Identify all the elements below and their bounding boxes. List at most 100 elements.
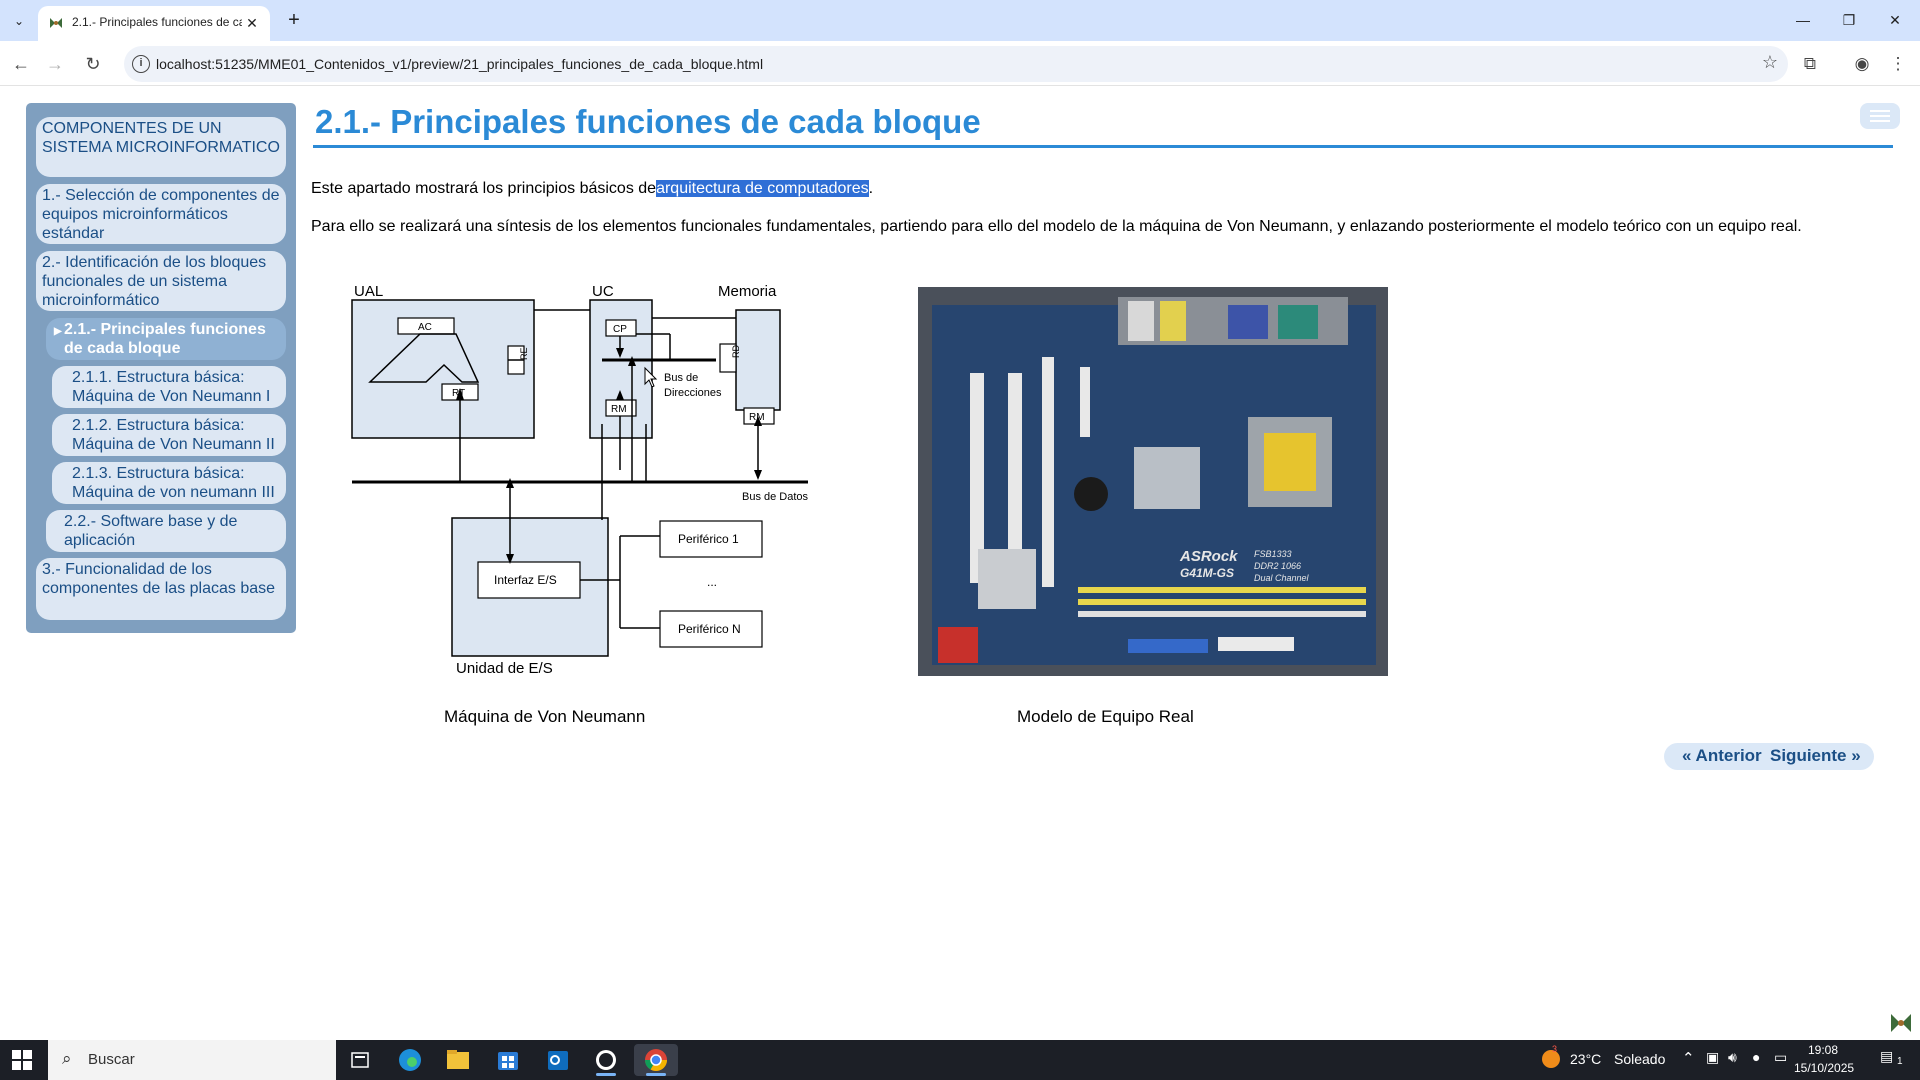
sidebar-item-principales-funciones[interactable]: ▶ 2.1.- Principales funciones de cada bl…: [46, 318, 286, 360]
description-paragraph: Para ello se realizará una síntesis de l…: [311, 218, 1802, 235]
ac-label: AC: [418, 322, 432, 333]
bus-direcciones-label-2: Direcciones: [664, 387, 722, 399]
sidebar-item-software-base[interactable]: 2.2.- Software base y de aplicación: [46, 510, 286, 552]
profile-icon[interactable]: ◉: [1848, 50, 1876, 78]
sidebar-item-von-neumann-1[interactable]: 2.1.1. Estructura básica: Máquina de Von…: [52, 366, 286, 408]
search-icon: ⌕: [62, 1049, 72, 1068]
ual-label: UAL: [354, 283, 383, 300]
weather-sun-icon[interactable]: [1540, 1048, 1562, 1070]
page-title: 2.1.- Principales funciones de cada bloq…: [315, 103, 981, 140]
file-explorer-icon[interactable]: [436, 1044, 480, 1076]
notification-icon[interactable]: ▤: [1880, 1048, 1893, 1065]
board-model: G41M-GS: [1180, 566, 1234, 580]
sidebar-item-label: 2.1.- Principales funciones de cada bloq…: [64, 321, 266, 357]
sidebar-item-label: 2.2.- Software base y de aplicación: [64, 513, 238, 549]
back-button[interactable]: ←: [6, 49, 36, 79]
edge-icon[interactable]: [388, 1044, 432, 1076]
motherboard-photo: ASRock G41M-GS FSB1333 DDR2 1066 Dual Ch…: [918, 287, 1388, 676]
cp-label: CP: [613, 324, 627, 335]
sidebar-item-label: 2.1.3. Estructura básica: Máquina de von…: [72, 465, 275, 501]
memoria-label: Memoria: [718, 283, 777, 300]
bookmark-star-icon[interactable]: ☆: [1762, 52, 1778, 73]
rm-mem-label: RM: [749, 412, 765, 423]
extensions-icon[interactable]: ⧉: [1796, 50, 1824, 78]
interfaz-label: Interfaz E/S: [494, 573, 557, 587]
bus-direcciones-label-1: Bus de: [664, 372, 698, 384]
tab-search-button[interactable]: ⌄: [6, 8, 32, 34]
camera-icon[interactable]: ▣: [1706, 1049, 1719, 1066]
network-icon[interactable]: ▭: [1774, 1049, 1787, 1066]
site-info-icon[interactable]: i: [132, 55, 150, 73]
weather-temp[interactable]: 23°C: [1570, 1051, 1601, 1067]
outlook-icon[interactable]: [536, 1044, 580, 1076]
notification-count: 1: [1897, 1056, 1903, 1067]
github-desktop-icon[interactable]: [584, 1044, 628, 1076]
store-icon[interactable]: [486, 1044, 530, 1076]
address-url[interactable]: localhost:51235/MME01_Contenidos_v1/prev…: [156, 56, 763, 72]
address-bar[interactable]: i localhost:51235/MME01_Contenidos_v1/pr…: [124, 46, 1788, 82]
sidebar-item-label: 1.- Selección de componentes de equipos …: [42, 187, 280, 242]
periferico-1-label: Periférico 1: [678, 532, 739, 546]
chevron-up-icon[interactable]: ⌃: [1682, 1049, 1695, 1067]
caption-von-neumann: Máquina de Von Neumann: [444, 707, 646, 726]
intro-end: .: [868, 180, 874, 197]
tab-title: 2.1.- Principales funciones de cada bloq…: [72, 15, 242, 29]
task-view-icon[interactable]: [338, 1044, 382, 1076]
sidebar-item-label: 2.1.2. Estructura básica: Máquina de Von…: [72, 417, 275, 453]
periferico-n-label: Periférico N: [678, 622, 741, 636]
taskbar-search-box[interactable]: ⌕ Buscar: [48, 1040, 336, 1080]
weather-badge: 3: [1552, 1044, 1558, 1054]
microphone-icon[interactable]: ●: [1752, 1049, 1760, 1065]
chip-favicon-icon: [50, 18, 62, 28]
sidebar-item-identificacion[interactable]: 2.- Identificación de los bloques funcio…: [36, 251, 286, 311]
sidebar-item-von-neumann-3[interactable]: 2.1.3. Estructura básica: Máquina de von…: [52, 462, 286, 504]
caret-right-icon: ▶: [54, 326, 62, 337]
previous-page-button[interactable]: « Anterior: [1682, 746, 1762, 766]
restore-button[interactable]: ❐: [1826, 0, 1872, 41]
rd-label: RD: [731, 345, 741, 358]
browser-tab-active[interactable]: 2.1.- Principales funciones de cada bloq…: [38, 6, 270, 41]
minimize-button[interactable]: —: [1780, 0, 1826, 41]
next-page-button[interactable]: Siguiente »: [1770, 746, 1861, 766]
clock-time[interactable]: 19:08: [1808, 1043, 1838, 1057]
close-window-button[interactable]: ✕: [1872, 0, 1918, 41]
sidebar-item-funcionalidad[interactable]: 3.- Funcionalidad de los componentes de …: [36, 558, 286, 620]
sidebar-item-label: 2.1.1. Estructura básica: Máquina de Von…: [72, 369, 271, 405]
new-tab-button[interactable]: +: [281, 8, 307, 34]
unidad-es-label: Unidad de E/S: [456, 660, 553, 677]
reload-button[interactable]: ↻: [78, 49, 108, 79]
uc-label: UC: [592, 283, 614, 300]
tab-close-icon[interactable]: ✕: [242, 13, 262, 33]
taskbar-search-placeholder: Buscar: [88, 1051, 135, 1068]
board-spec-1: FSB1333: [1254, 549, 1292, 559]
rt-label: RT: [452, 388, 465, 399]
ellipsis-label: ...: [707, 575, 717, 589]
board-spec-3: Dual Channel: [1254, 573, 1310, 583]
active-app-indicator: [596, 1073, 616, 1076]
board-brand: ASRock: [1179, 548, 1238, 565]
chrome-icon[interactable]: [634, 1044, 678, 1076]
highlighted-selection[interactable]: arquitectura de computadores: [656, 180, 869, 197]
sidebar-item-label: 3.- Funcionalidad de los componentes de …: [42, 561, 276, 597]
title-divider: [313, 145, 1893, 148]
windows-taskbar: ⌕ Buscar 3 23°C Soleado ⌃ ▣ 🔊︎ ● ▭ 19:08…: [0, 1040, 1920, 1080]
hamburger-menu-button[interactable]: [1860, 103, 1900, 129]
clock-date[interactable]: 15/10/2025: [1794, 1061, 1854, 1075]
forward-button[interactable]: →: [40, 49, 70, 79]
browser-menu-icon[interactable]: ⋮: [1884, 50, 1912, 78]
memoria-box: [735, 309, 781, 411]
sidebar-item-von-neumann-2[interactable]: 2.1.2. Estructura básica: Máquina de Von…: [52, 414, 286, 456]
caption-equipo-real: Modelo de Equipo Real: [1017, 707, 1194, 726]
browser-tab-strip: ⌄ 2.1.- Principales funciones de cada bl…: [0, 0, 1920, 41]
bus-datos-label: Bus de Datos: [742, 491, 809, 503]
sidebar-item-label: 2.- Identificación de los bloques funcio…: [42, 254, 267, 309]
board-spec-2: DDR2 1066: [1254, 561, 1301, 571]
speaker-icon[interactable]: 🔊︎: [1728, 1049, 1737, 1066]
intro-text: Este apartado mostrará los principios bá…: [311, 180, 657, 197]
sidebar-item-componentes[interactable]: COMPONENTES DE UN SISTEMA MICROINFORMATI…: [36, 117, 286, 177]
sidebar-item-seleccion[interactable]: 1.- Selección de componentes de equipos …: [36, 184, 286, 244]
windows-start-icon[interactable]: [12, 1050, 32, 1070]
weather-desc[interactable]: Soleado: [1614, 1051, 1665, 1067]
chip-logo-icon[interactable]: [1888, 1010, 1914, 1036]
rm-uc-label: RM: [611, 404, 627, 415]
